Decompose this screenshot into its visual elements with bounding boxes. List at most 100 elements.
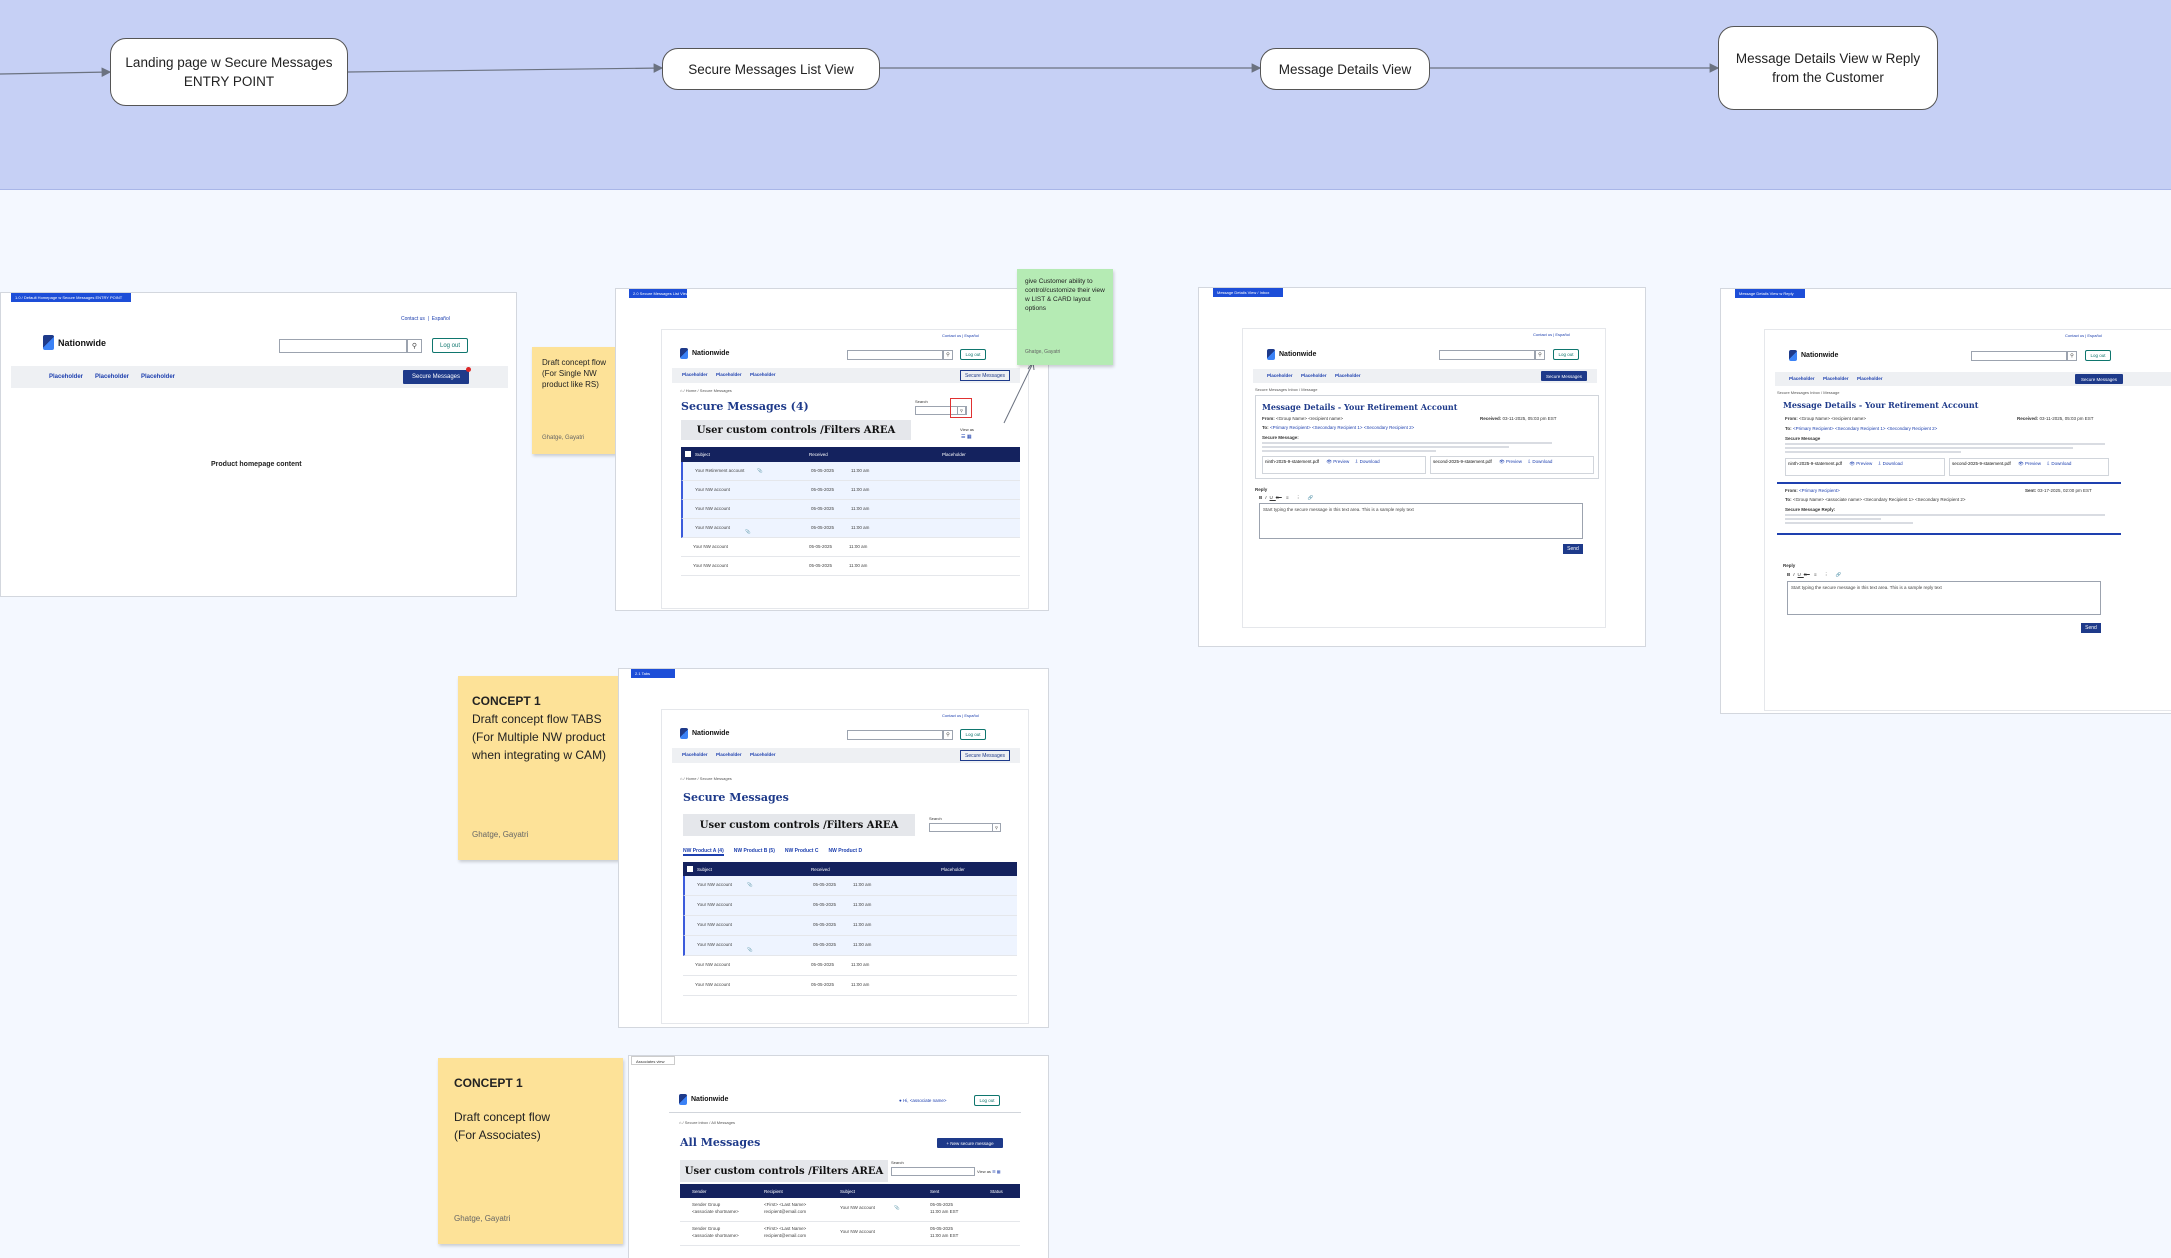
col-sender[interactable]: Sender xyxy=(692,1189,707,1194)
attachment-1[interactable]: ninth-2025-9-statement.pdf 👁 Preview ⇩ D… xyxy=(1262,456,1426,474)
table-row[interactable]: Your NW account 05-05-2025 11:00 am xyxy=(681,481,1020,500)
table-row[interactable]: Your NW account 05-05-2025 11:00 am xyxy=(683,896,1017,916)
nav-item-3[interactable]: Placeholder xyxy=(750,752,776,757)
table-row[interactable]: Your NW account 05-05-2025 11:00 am xyxy=(681,557,1020,576)
list-view-icon[interactable]: ☰ xyxy=(992,1169,996,1174)
col-placeholder[interactable]: Placeholder xyxy=(941,867,965,872)
nationwide-logo[interactable]: Nationwide xyxy=(43,335,106,350)
col-received[interactable]: Received xyxy=(811,867,830,872)
search-input[interactable] xyxy=(279,339,407,353)
contact-us-link[interactable]: Contact us xyxy=(942,333,961,338)
table-row[interactable]: Your NW account 📎 05-05-2025 11:00 am xyxy=(683,876,1017,896)
search-button[interactable]: ⚲ xyxy=(943,350,953,360)
nav-item-3[interactable]: Placeholder xyxy=(141,374,175,380)
col-subject[interactable]: Subject xyxy=(840,1189,855,1194)
nav-item-2[interactable]: Placeholder xyxy=(1301,373,1327,378)
nav-item-3[interactable]: Placeholder xyxy=(1857,376,1883,381)
breadcrumb-home[interactable]: Home xyxy=(686,388,697,393)
table-row[interactable]: Your NW account 05-05-2025 11:00 am xyxy=(683,956,1017,976)
secure-messages-button[interactable]: Secure Messages xyxy=(403,370,469,384)
log-out-button[interactable]: Log out xyxy=(1553,349,1579,360)
contact-us-link[interactable]: Contact us xyxy=(942,713,961,718)
log-out-button[interactable]: Log out xyxy=(2085,350,2111,361)
search-button[interactable]: ⚲ xyxy=(2067,351,2077,361)
rich-text-toolbar[interactable]: BIUS ≡ ⋮ 🔗 xyxy=(1259,495,1316,501)
send-button[interactable]: Send xyxy=(2081,623,2101,633)
flow-stage-list[interactable]: Secure Messages List View xyxy=(662,48,880,90)
log-out-button[interactable]: Log out xyxy=(960,349,986,360)
nav-item-1[interactable]: Placeholder xyxy=(682,752,708,757)
nav-item-2[interactable]: Placeholder xyxy=(716,372,742,377)
nav-item-1[interactable]: Placeholder xyxy=(682,372,708,377)
rich-text-toolbar[interactable]: BIUS ≡ ⋮ 🔗 xyxy=(1787,572,1844,578)
assoc-search-input[interactable] xyxy=(891,1167,975,1176)
download-link[interactable]: ⇩ Download xyxy=(1878,461,1903,466)
table-row[interactable]: Your NW account 05-05-2025 11:00 am xyxy=(681,500,1020,519)
table-row[interactable]: Sender Group <associate shortname> <First… xyxy=(680,1198,1020,1222)
search-button[interactable]: ⚲ xyxy=(1535,350,1545,360)
secure-messages-button[interactable]: Secure Messages xyxy=(2075,374,2123,384)
col-subject[interactable]: Subject xyxy=(695,452,710,457)
nav-item-2[interactable]: Placeholder xyxy=(716,752,742,757)
col-received[interactable]: Received xyxy=(809,452,828,457)
reply-textarea[interactable]: Start typing the secure message in this … xyxy=(1787,581,2101,615)
nav-item-2[interactable]: Placeholder xyxy=(1823,376,1849,381)
list-search-button[interactable]: ⚲ xyxy=(957,406,966,415)
table-row[interactable]: Your Retirement account 📎 05-05-2025 11:00 … xyxy=(681,462,1020,481)
tabs-search-input[interactable] xyxy=(929,823,1001,832)
preview-link[interactable]: 👁 Preview xyxy=(1849,461,1872,466)
breadcrumb-home[interactable]: Home xyxy=(686,776,697,781)
col-placeholder[interactable]: Placeholder xyxy=(942,452,966,457)
search-input[interactable] xyxy=(1439,350,1535,360)
tab-product-c[interactable]: NW Product C xyxy=(785,848,819,856)
filters-area[interactable]: User custom controls /Filters AREA xyxy=(683,814,915,836)
header-checkbox-icon[interactable] xyxy=(687,866,693,872)
reply-textarea[interactable]: Start typing the secure message in this … xyxy=(1259,503,1583,539)
view-toggle[interactable]: ☰ ▦ xyxy=(961,434,972,440)
contact-us-link[interactable]: Contact us xyxy=(1533,332,1552,337)
espanol-link[interactable]: Español xyxy=(2087,333,2101,338)
flow-stage-details[interactable]: Message Details View xyxy=(1260,48,1430,90)
preview-link[interactable]: 👁 Preview xyxy=(1499,459,1522,464)
nationwide-logo[interactable]: Nationwide xyxy=(680,728,729,739)
list-view-icon[interactable]: ☰ xyxy=(961,434,965,440)
espanol-link[interactable]: Español xyxy=(964,713,978,718)
table-row[interactable]: Your NW account 📎 05-05-2025 11:00 am xyxy=(681,519,1020,538)
attachment-2[interactable]: second-2025-9-statement.pdf 👁 Preview ⇩ … xyxy=(1430,456,1594,474)
card-view-icon[interactable]: ▦ xyxy=(997,1169,1001,1174)
download-link[interactable]: ⇩ Download xyxy=(1527,459,1552,464)
nationwide-logo[interactable]: Nationwide xyxy=(679,1094,728,1105)
search-button[interactable]: ⚲ xyxy=(407,339,422,353)
col-subject[interactable]: Subject xyxy=(697,867,712,872)
contact-us-link[interactable]: Contact us xyxy=(2065,333,2084,338)
log-out-button[interactable]: Log out xyxy=(974,1095,1000,1106)
header-checkbox-icon[interactable] xyxy=(685,451,691,457)
log-out-button[interactable]: Log out xyxy=(960,729,986,740)
espanol-link[interactable]: Español xyxy=(432,316,450,322)
new-secure-message-button[interactable]: + New secure message xyxy=(937,1138,1003,1148)
search-input[interactable] xyxy=(847,730,943,740)
send-button[interactable]: Send xyxy=(1563,544,1583,554)
download-link[interactable]: ⇩ Download xyxy=(1355,459,1380,464)
breadcrumb-mid[interactable]: Secure inbox xyxy=(685,1120,708,1125)
preview-link[interactable]: 👁 Preview xyxy=(2018,461,2041,466)
col-status[interactable]: Status xyxy=(990,1189,1003,1194)
log-out-button[interactable]: Log out xyxy=(432,338,468,353)
card-view-icon[interactable]: ▦ xyxy=(967,434,972,440)
flow-stage-reply[interactable]: Message Details View w Reply from the Cu… xyxy=(1718,26,1938,110)
espanol-link[interactable]: Español xyxy=(1555,332,1569,337)
table-row[interactable]: Your NW account 05-05-2025 11:00 am xyxy=(681,538,1020,557)
nationwide-logo[interactable]: Nationwide xyxy=(680,348,729,359)
espanol-link[interactable]: Español xyxy=(964,333,978,338)
table-row[interactable]: Your NW account 📎 05-05-2025 11:00 am xyxy=(683,936,1017,956)
nav-item-3[interactable]: Placeholder xyxy=(1335,373,1361,378)
nationwide-logo[interactable]: Nationwide xyxy=(1267,349,1316,360)
filters-area[interactable]: User custom controls /Filters AREA xyxy=(681,420,911,440)
tabs-search-button[interactable]: ⚲ xyxy=(992,823,1001,832)
table-row[interactable]: Sender Group <associate shortname> <First… xyxy=(680,1222,1020,1246)
nav-item-2[interactable]: Placeholder xyxy=(95,374,129,380)
attachment-1[interactable]: ninth-2025-9-statement.pdf 👁 Preview ⇩ D… xyxy=(1785,458,1945,476)
search-input[interactable] xyxy=(1971,351,2067,361)
nav-item-1[interactable]: Placeholder xyxy=(49,374,83,380)
nationwide-logo[interactable]: Nationwide xyxy=(1789,350,1838,361)
